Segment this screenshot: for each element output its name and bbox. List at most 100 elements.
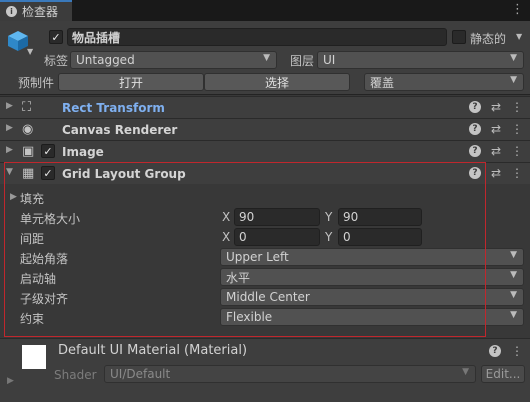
chevron-down-icon: ▼: [510, 310, 517, 320]
help-icon[interactable]: ?: [468, 145, 481, 157]
component-title: Grid Layout Group: [62, 167, 186, 181]
kebab-icon[interactable]: ⋮: [511, 122, 523, 136]
component-canvas-renderer[interactable]: ▶ ◉ Canvas Renderer ? ⇄ ⋮: [0, 118, 530, 140]
tab-title: 检查器: [22, 5, 59, 19]
chevron-down-icon: ▼: [510, 53, 517, 63]
tag-value: Untagged: [76, 53, 135, 67]
sliders-icon[interactable]: ⇄: [491, 144, 501, 158]
spacing-y-field[interactable]: 0: [338, 228, 422, 246]
cell-y-value: 90: [343, 210, 359, 224]
chevron-down-icon: ▼: [462, 367, 469, 377]
kebab-icon[interactable]: ⋮: [511, 166, 523, 180]
prefab-open-button[interactable]: 打开: [58, 73, 204, 91]
sliders-icon[interactable]: ⇄: [491, 122, 501, 136]
help-icon[interactable]: ?: [468, 167, 481, 179]
spacing-x-field[interactable]: 0: [234, 228, 320, 246]
shader-value: UI/Default: [110, 367, 171, 381]
material-section: Default UI Material (Material) ? ⋮ ▶ Sha…: [0, 338, 530, 402]
child-alignment-dropdown[interactable]: Middle Center ▼: [220, 288, 524, 306]
component-grid-layout-group[interactable]: ▼ ▦ ✓ Grid Layout Group ? ⇄ ⋮: [0, 162, 530, 184]
spacing-x-value: 0: [239, 230, 247, 244]
start-corner-label: 起始角落: [20, 252, 69, 266]
image-enabled-checkbox[interactable]: ✓: [41, 144, 55, 158]
help-icon[interactable]: ?: [468, 101, 481, 113]
static-dropdown-icon[interactable]: ▼: [516, 32, 522, 41]
info-icon: i: [6, 6, 17, 17]
child-alignment-value: Middle Center: [226, 290, 310, 304]
cell-y-label: Y: [325, 210, 333, 224]
fold-arrow-icon[interactable]: ▶: [10, 192, 17, 202]
constraint-label: 约束: [20, 312, 45, 326]
child-alignment-label: 子级对齐: [20, 292, 69, 306]
active-checkbox[interactable]: ✓: [49, 30, 63, 44]
sliders-icon[interactable]: ⇄: [491, 166, 501, 180]
spacing-y-label: Y: [325, 230, 333, 244]
tag-label: 标签: [44, 54, 69, 68]
spacing-y-value: 0: [343, 230, 351, 244]
cell-y-field[interactable]: 90: [338, 208, 422, 226]
component-title: Canvas Renderer: [62, 123, 178, 137]
grid-icon: ▦: [22, 166, 35, 181]
chevron-down-icon: ▼: [263, 53, 270, 63]
tab-inspector[interactable]: i 检查器: [0, 0, 72, 21]
sliders-icon[interactable]: ⇄: [491, 100, 501, 114]
static-label: 静态的: [470, 32, 507, 46]
prefab-select-button[interactable]: 选择: [204, 73, 350, 91]
fold-arrow-icon[interactable]: ▶: [6, 101, 13, 111]
spacing-label: 间距: [20, 232, 45, 246]
tab-bar: i 检查器 ⋮: [0, 0, 530, 21]
shader-edit-button[interactable]: Edit...: [481, 365, 525, 383]
gameobject-header: ▼ ✓ 物品插槽 静态的 ▼ 标签 Untagged ▼ 图层 UI ▼ 预制件…: [0, 21, 530, 95]
cell-x-value: 90: [239, 210, 255, 224]
component-title: Image: [62, 145, 104, 159]
component-rect-transform[interactable]: ▶ ⛶ Rect Transform ? ⇄ ⋮: [0, 96, 530, 118]
material-name: Default UI Material (Material): [58, 343, 248, 358]
layer-label: 图层: [290, 54, 315, 68]
chevron-down-icon: ▼: [510, 75, 517, 85]
shader-label: Shader: [54, 368, 97, 382]
shader-dropdown[interactable]: UI/Default ▼: [104, 365, 476, 383]
start-axis-value: 水平: [226, 270, 251, 285]
kebab-icon[interactable]: ⋮: [511, 144, 523, 158]
start-axis-dropdown[interactable]: 水平 ▼: [220, 268, 524, 286]
constraint-value: Flexible: [226, 310, 273, 324]
component-image[interactable]: ▶ ▣ ✓ Image ? ⇄ ⋮: [0, 140, 530, 162]
chevron-down-icon[interactable]: ▼: [27, 47, 33, 56]
start-corner-dropdown[interactable]: Upper Left ▼: [220, 248, 524, 266]
grid-layout-properties: ▶ 填充 单元格大小 X 90 Y 90 间距 X 0 Y 0 起始角落 Upp…: [0, 185, 530, 340]
start-corner-value: Upper Left: [226, 250, 289, 264]
kebab-icon[interactable]: ⋮: [511, 100, 523, 114]
eye-icon: ◉: [22, 122, 34, 137]
layer-value: UI: [323, 53, 336, 67]
spacing-x-label: X: [222, 230, 231, 244]
kebab-icon[interactable]: ⋮: [511, 344, 523, 358]
padding-label[interactable]: 填充: [20, 190, 44, 207]
fold-arrow-icon[interactable]: ▶: [6, 145, 13, 155]
tab-menu-icon[interactable]: ⋮: [511, 2, 524, 17]
chevron-down-icon: ▼: [510, 270, 517, 280]
image-icon: ▣: [22, 144, 35, 159]
fold-arrow-icon[interactable]: ▶: [6, 123, 13, 133]
chevron-down-icon: ▼: [510, 290, 517, 300]
static-checkbox[interactable]: [452, 30, 466, 44]
tag-dropdown[interactable]: Untagged ▼: [70, 51, 277, 69]
help-icon[interactable]: ?: [468, 123, 481, 135]
prefab-override-dropdown[interactable]: 覆盖 ▼: [364, 73, 524, 91]
component-title: Rect Transform: [62, 101, 165, 115]
fold-arrow-icon[interactable]: ▶: [7, 376, 14, 386]
object-name-field[interactable]: 物品插槽: [67, 28, 447, 46]
cell-size-label: 单元格大小: [20, 212, 81, 226]
layer-dropdown[interactable]: UI ▼: [317, 51, 524, 69]
constraint-dropdown[interactable]: Flexible ▼: [220, 308, 524, 326]
material-preview-swatch[interactable]: [22, 345, 46, 369]
start-axis-label: 启动轴: [20, 272, 57, 286]
fold-arrow-icon[interactable]: ▼: [6, 167, 13, 177]
help-icon[interactable]: ?: [489, 345, 501, 357]
rect-transform-icon: ⛶: [22, 100, 32, 115]
cell-x-field[interactable]: 90: [234, 208, 320, 226]
override-value: 覆盖: [370, 75, 395, 90]
object-name: 物品插槽: [72, 30, 121, 45]
chevron-down-icon: ▼: [510, 250, 517, 260]
grid-enabled-checkbox[interactable]: ✓: [41, 166, 55, 180]
prefab-label: 预制件: [18, 76, 55, 90]
